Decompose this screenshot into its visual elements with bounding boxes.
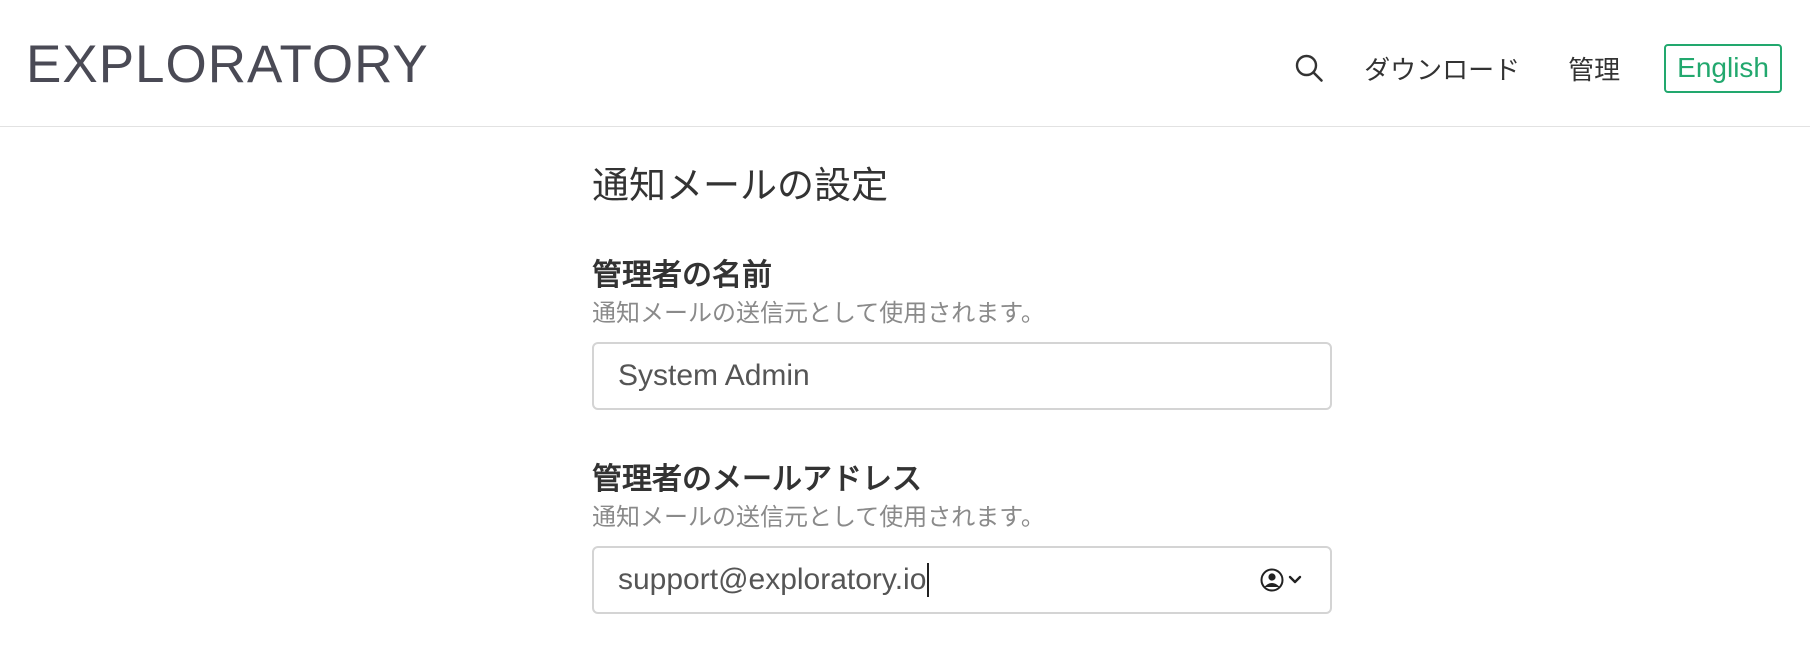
- language-english-button[interactable]: English: [1664, 43, 1782, 93]
- top-nav: ダウンロード 管理 English: [1292, 43, 1782, 93]
- text-cursor: [927, 563, 930, 597]
- admin-email-value: support@exploratory.io: [618, 563, 927, 596]
- admin-name-value: System Admin: [618, 359, 810, 392]
- admin-name-help: 通知メールの送信元として使用されます。: [592, 299, 1045, 327]
- exploratory-logo[interactable]: EXPLORATORY: [26, 38, 429, 91]
- search-icon[interactable]: [1292, 51, 1326, 85]
- nav-download-link[interactable]: ダウンロード: [1364, 50, 1520, 87]
- admin-email-label: 管理者のメールアドレス: [592, 462, 922, 497]
- admin-email-help: 通知メールの送信元として使用されます。: [592, 503, 1045, 531]
- nav-admin-link[interactable]: 管理: [1568, 50, 1620, 87]
- admin-name-input[interactable]: System Admin: [592, 342, 1332, 410]
- notification-email-settings: 通知メールの設定 管理者の名前 通知メールの送信元として使用されます。 Syst…: [592, 160, 1332, 614]
- admin-email-group: 管理者のメールアドレス 通知メールの送信元として使用されます。 support@…: [592, 460, 1332, 614]
- account-autofill-icon[interactable]: [1260, 567, 1304, 593]
- page-title: 通知メールの設定: [592, 164, 888, 207]
- admin-email-input[interactable]: support@exploratory.io: [592, 546, 1332, 614]
- admin-name-group: 管理者の名前 通知メールの送信元として使用されます。 System Admin: [592, 256, 1332, 410]
- admin-name-label: 管理者の名前: [592, 258, 772, 293]
- top-header: EXPLORATORY ダウンロード 管理 English: [0, 0, 1810, 127]
